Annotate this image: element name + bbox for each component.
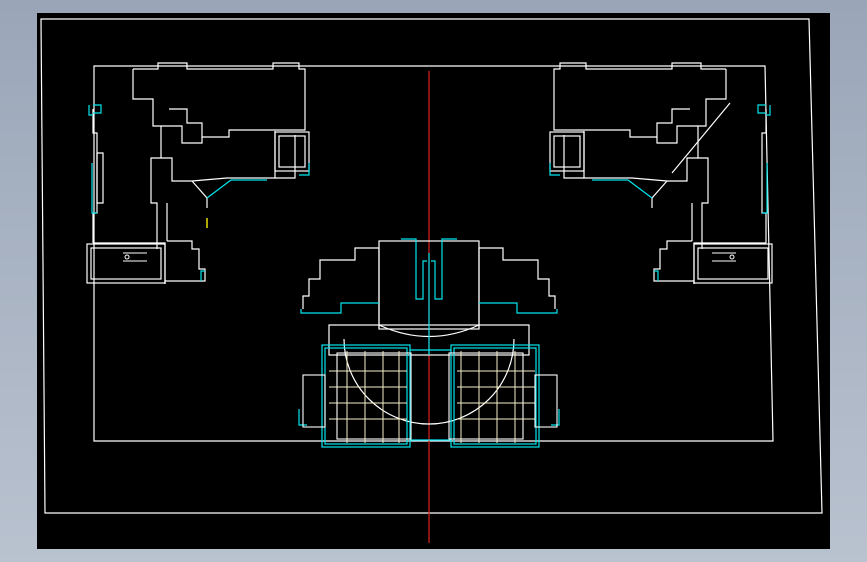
right-building xyxy=(549,62,773,284)
sheet-border xyxy=(40,18,823,514)
left-building xyxy=(86,62,310,284)
site-boundary xyxy=(93,65,774,442)
cad-viewport[interactable] xyxy=(37,13,830,549)
left-box-details xyxy=(123,252,147,262)
site-plan-drawing xyxy=(40,18,823,543)
center-upper-highlights xyxy=(300,238,558,355)
right-box-details xyxy=(712,252,736,262)
